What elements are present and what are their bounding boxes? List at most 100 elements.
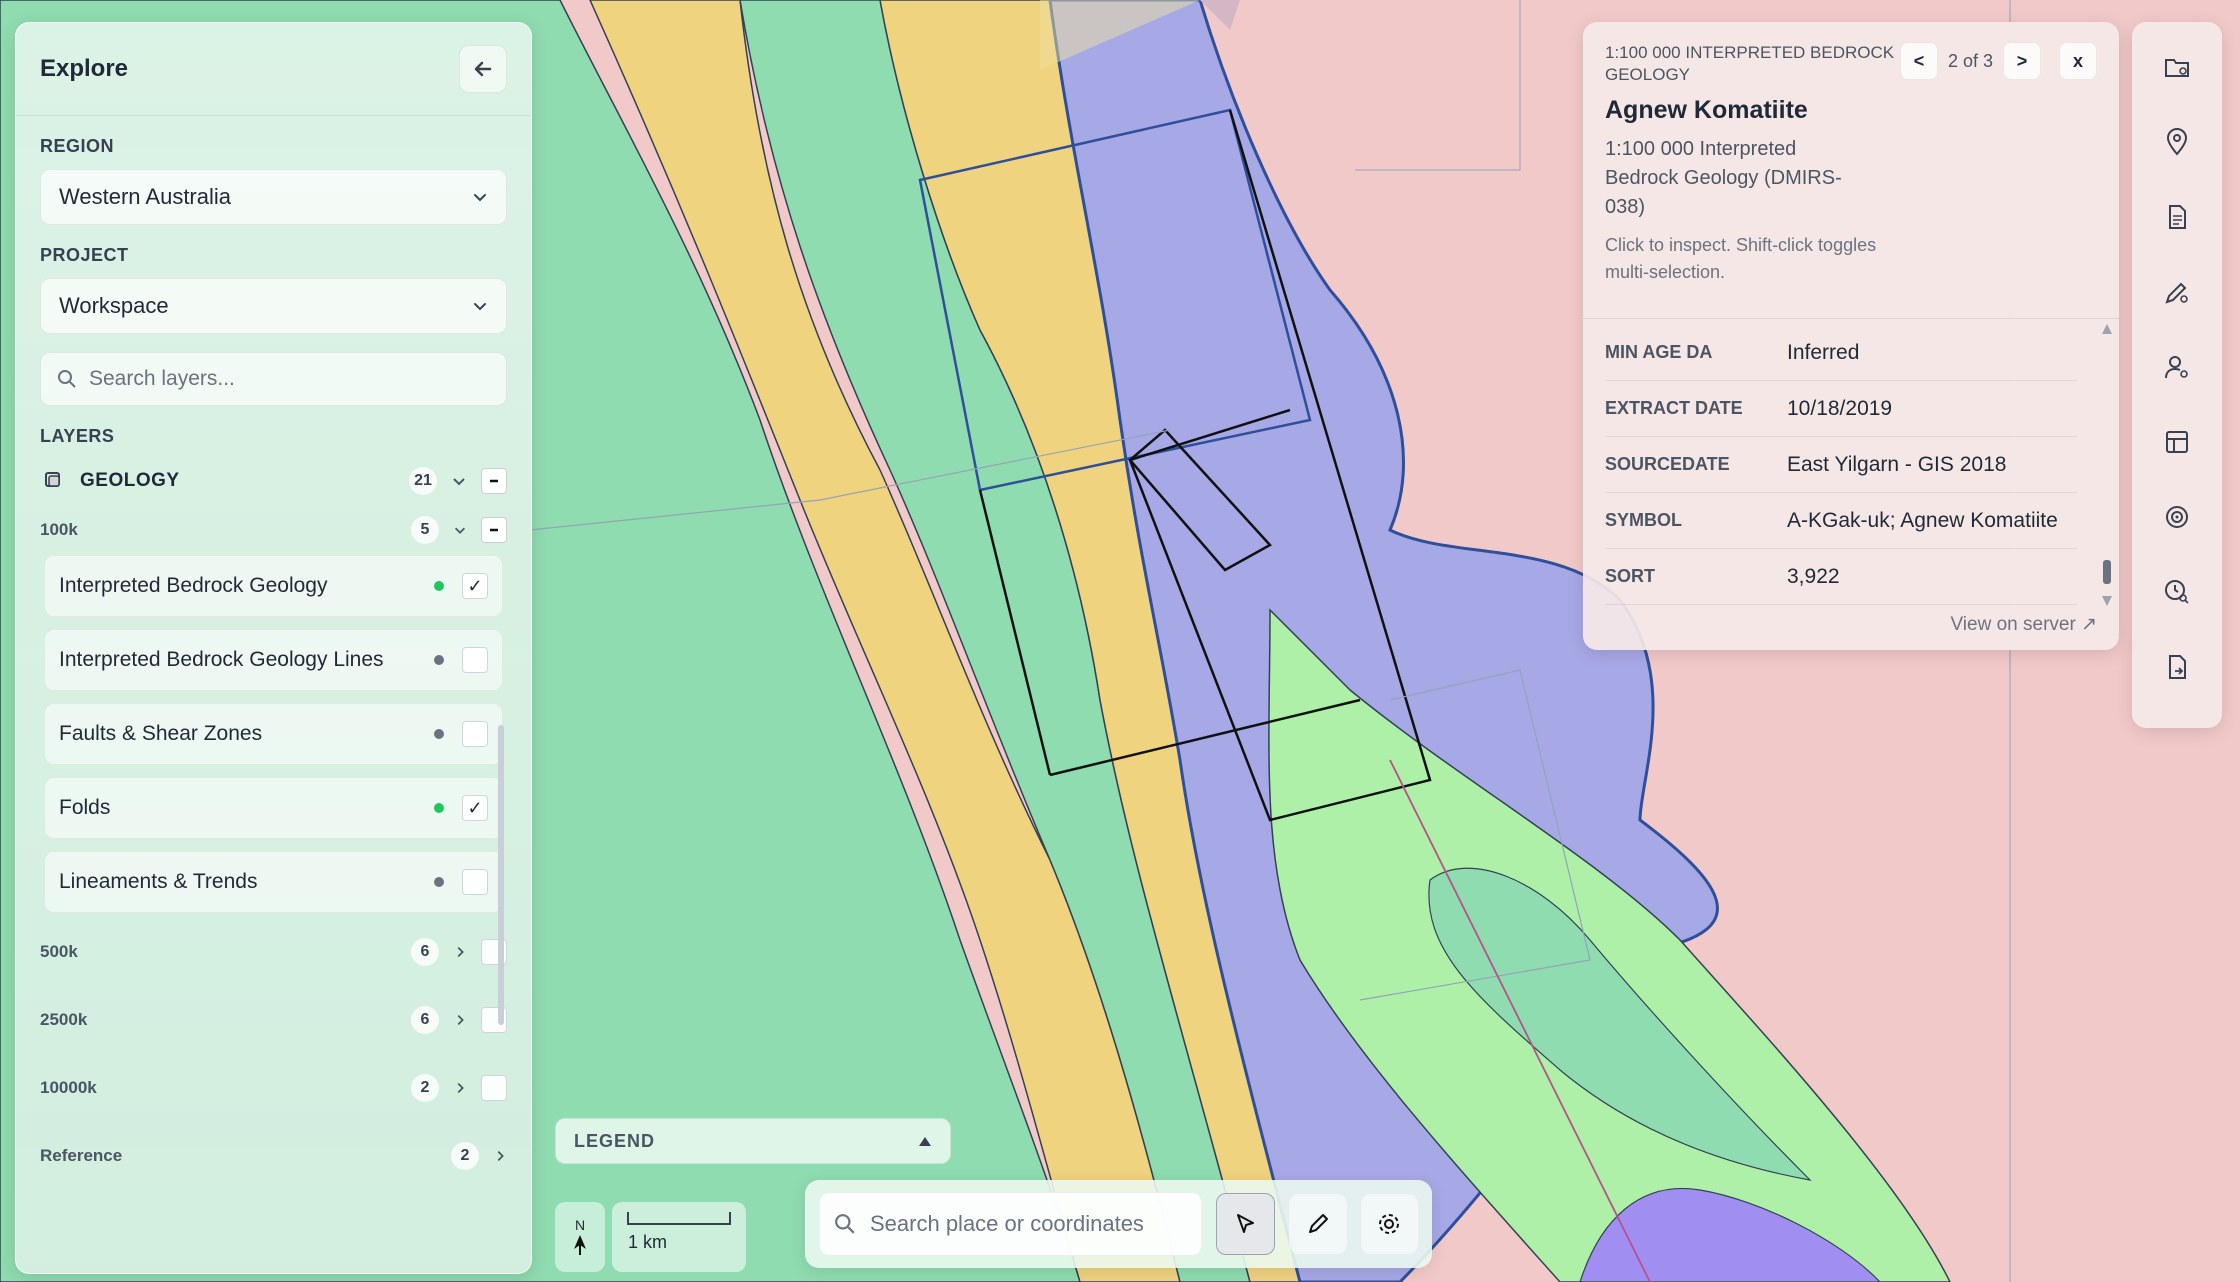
property-row: EXTRACT DATE 10/18/2019 bbox=[1605, 381, 2077, 437]
chevron-right-icon[interactable] bbox=[453, 945, 467, 959]
subgroup-count-badge: 6 bbox=[411, 938, 439, 966]
legend-toggle[interactable]: LEGEND bbox=[555, 1118, 951, 1164]
layer-status-dot bbox=[434, 729, 444, 739]
arrow-left-icon bbox=[474, 61, 492, 77]
property-key: SYMBOL bbox=[1605, 510, 1683, 530]
layer-row[interactable]: Lineaments & Trends bbox=[44, 851, 503, 913]
export-button[interactable] bbox=[2154, 644, 2200, 690]
target-button[interactable] bbox=[2154, 494, 2200, 540]
subgroup-name: 2500k bbox=[40, 1010, 88, 1029]
explore-title: Explore bbox=[40, 55, 129, 82]
layer-search-input[interactable]: Search layers... bbox=[40, 352, 507, 406]
layer-visibility-checkbox[interactable]: ✓ bbox=[462, 573, 488, 599]
layer-visibility-checkbox[interactable] bbox=[462, 721, 488, 747]
place-search-placeholder: Search place or coordinates bbox=[870, 1211, 1144, 1236]
property-row: MIN AGE DA Inferred bbox=[1605, 325, 2077, 381]
clock-search-icon bbox=[2165, 580, 2189, 604]
layers-label: LAYERS bbox=[40, 426, 115, 446]
subgroup-reference[interactable]: Reference 2 bbox=[40, 1139, 507, 1173]
layer-status-dot bbox=[434, 877, 444, 887]
layer-visibility-checkbox[interactable] bbox=[462, 647, 488, 673]
region-select[interactable]: Western Australia bbox=[40, 169, 507, 225]
file-export-icon bbox=[2169, 655, 2186, 679]
north-label: N bbox=[574, 1217, 586, 1233]
layer-label: Interpreted Bedrock Geology bbox=[59, 574, 328, 597]
subgroup-10000k[interactable]: 10000k 2 bbox=[40, 1071, 507, 1105]
project-select[interactable]: Workspace bbox=[40, 278, 507, 334]
subgroup-name: Reference bbox=[40, 1146, 123, 1165]
select-tool-button[interactable] bbox=[1216, 1193, 1276, 1255]
group-collapse-toggle[interactable] bbox=[481, 468, 507, 494]
layer-row[interactable]: Folds ✓ bbox=[44, 777, 503, 839]
subgroup-100k[interactable]: 100k 5 bbox=[40, 513, 507, 547]
property-key: EXTRACT DATE bbox=[1605, 398, 1743, 418]
user-settings-button[interactable] bbox=[2154, 344, 2200, 390]
draw-tool-button[interactable] bbox=[1289, 1194, 1347, 1254]
subgroup-checkbox[interactable] bbox=[481, 1075, 507, 1101]
layer-label: Interpreted Bedrock Geology Lines bbox=[59, 648, 384, 671]
chevron-down-icon bbox=[474, 303, 486, 311]
layer-label: Folds bbox=[59, 796, 111, 819]
chevron-down-icon[interactable] bbox=[453, 523, 467, 537]
property-row: SOURCEDATE East Yilgarn - GIS 2018 bbox=[1605, 437, 2077, 493]
place-search-input[interactable]: Search place or coordinates bbox=[819, 1192, 1203, 1256]
subgroup-collapse-toggle[interactable] bbox=[481, 517, 507, 543]
back-button[interactable] bbox=[459, 45, 507, 93]
layer-search-placeholder: Search layers... bbox=[89, 367, 235, 390]
layer-visibility-checkbox[interactable]: ✓ bbox=[462, 795, 488, 821]
annotate-button[interactable] bbox=[2154, 269, 2200, 315]
location-button[interactable] bbox=[2154, 119, 2200, 165]
layer-row[interactable]: Interpreted Bedrock Geology Lines bbox=[44, 629, 503, 691]
target-icon bbox=[2166, 506, 2188, 528]
gear-icon bbox=[1379, 1214, 1400, 1234]
bottom-toolbar: Search place or coordinates bbox=[805, 1180, 1432, 1268]
properties-scrollbar[interactable] bbox=[2101, 322, 2113, 608]
folder-settings-button[interactable] bbox=[2154, 44, 2200, 90]
chevron-right-icon[interactable] bbox=[453, 1081, 467, 1095]
settings-button[interactable] bbox=[1360, 1194, 1418, 1254]
layer-row[interactable]: Interpreted Bedrock Geology ✓ bbox=[44, 555, 503, 617]
subgroup-count-badge: 6 bbox=[411, 1006, 439, 1034]
layers-scrollbar[interactable] bbox=[498, 725, 504, 1025]
layer-visibility-checkbox[interactable] bbox=[462, 869, 488, 895]
view-on-server-link[interactable]: View on server ↗ bbox=[1950, 613, 2097, 636]
subgroup-500k[interactable]: 500k 6 bbox=[40, 935, 507, 969]
layer-status-dot bbox=[434, 655, 444, 665]
property-row: SORT 3,922 bbox=[1605, 549, 2077, 605]
table-button[interactable] bbox=[2154, 419, 2200, 465]
feature-pager: < 2 of 3 > x bbox=[1899, 42, 2097, 80]
pager-text: 2 of 3 bbox=[1947, 50, 1993, 71]
property-value: A-KGak-uk; Agnew Komatiite bbox=[1787, 508, 2058, 532]
layer-group-geology[interactable]: GEOLOGY 21 bbox=[40, 459, 507, 503]
layer-status-dot bbox=[434, 581, 444, 591]
minus-icon bbox=[490, 528, 498, 532]
scale-ruler bbox=[627, 1212, 731, 1225]
explore-header: Explore bbox=[16, 23, 531, 116]
feature-properties: MIN AGE DA Inferred EXTRACT DATE 10/18/201… bbox=[1583, 318, 2119, 605]
feature-info-panel: 1:100 000 INTERPRETED BEDROCK GEOLOGY Ag… bbox=[1583, 22, 2119, 650]
pen-settings-icon bbox=[2165, 282, 2188, 304]
subgroup-count-badge: 2 bbox=[411, 1074, 439, 1102]
document-button[interactable] bbox=[2154, 194, 2200, 240]
layer-row[interactable]: Faults & Shear Zones bbox=[44, 703, 503, 765]
property-value: Inferred bbox=[1787, 340, 1860, 364]
north-arrow[interactable]: N bbox=[555, 1202, 605, 1272]
subgroup-2500k[interactable]: 2500k 6 bbox=[40, 1003, 507, 1037]
prev-feature-button[interactable]: < bbox=[1899, 42, 1938, 80]
region-value: Western Australia bbox=[59, 184, 232, 209]
legend-label: LEGEND bbox=[574, 1130, 656, 1151]
property-key: SORT bbox=[1605, 566, 1656, 586]
subgroup-name: 10000k bbox=[40, 1078, 97, 1097]
chevron-down-icon[interactable] bbox=[451, 473, 467, 489]
info-hint: Click to inspect. Shift-click toggles mu… bbox=[1605, 235, 1877, 282]
subgroup-count-badge: 5 bbox=[411, 516, 439, 544]
close-button[interactable]: x bbox=[2059, 42, 2097, 80]
next-feature-button[interactable]: > bbox=[2003, 42, 2041, 80]
property-value: 3,922 bbox=[1787, 564, 1840, 588]
history-search-button[interactable] bbox=[2154, 569, 2200, 615]
chevron-right-icon[interactable] bbox=[493, 1149, 507, 1163]
document-icon bbox=[2169, 205, 2186, 229]
cursor-icon bbox=[1236, 1214, 1254, 1233]
chevron-right-icon[interactable] bbox=[453, 1013, 467, 1027]
property-row: SYMBOL A-KGak-uk; Agnew Komatiite bbox=[1605, 493, 2077, 549]
